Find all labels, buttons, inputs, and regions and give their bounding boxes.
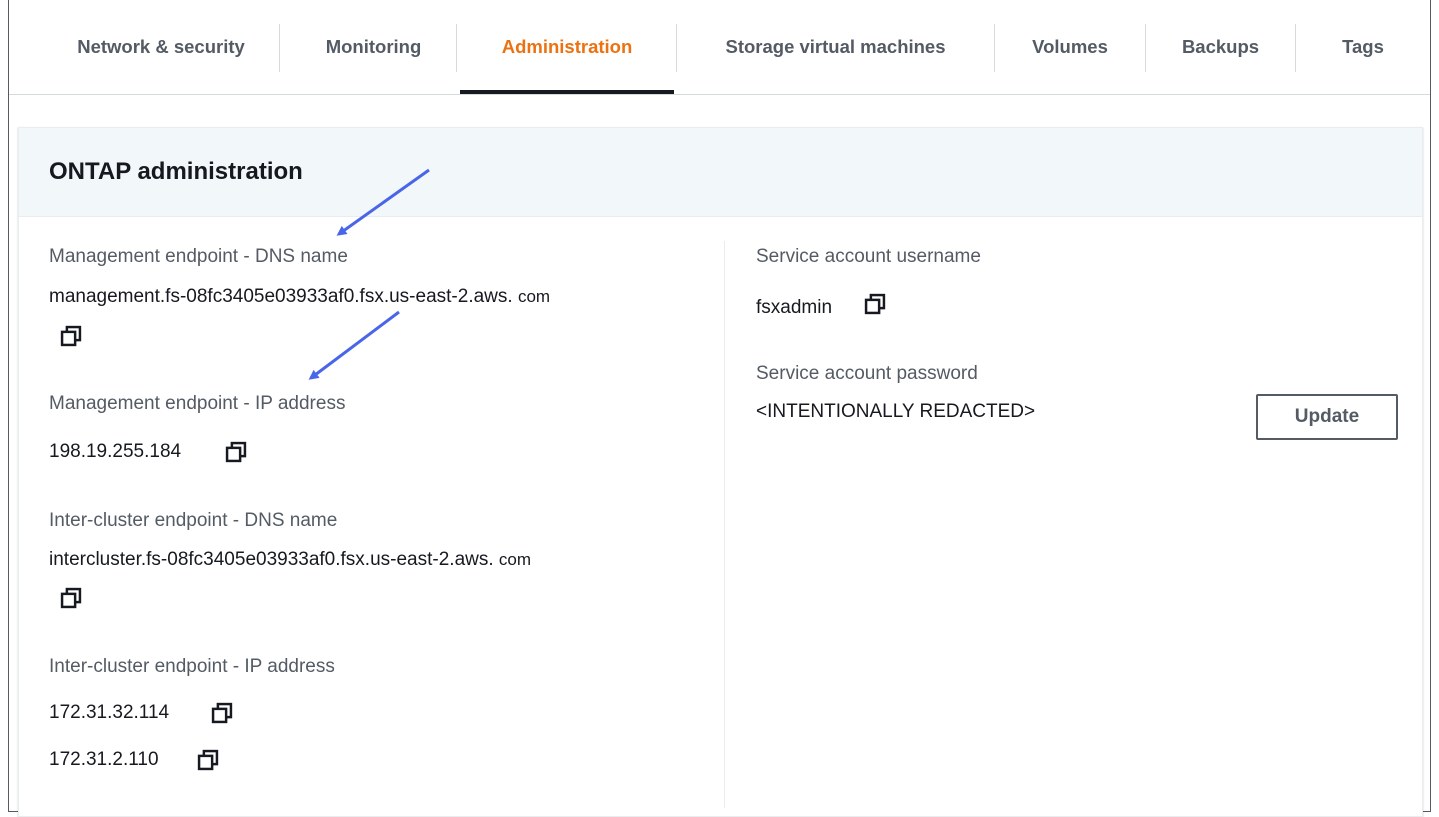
tab-tags[interactable]: Tags: [1296, 0, 1430, 94]
tab-backups[interactable]: Backups: [1146, 0, 1295, 94]
tab-administration[interactable]: Administration: [460, 0, 674, 94]
tab-bar: Network & security Monitoring Administra…: [9, 0, 1430, 95]
tab-volumes[interactable]: Volumes: [995, 0, 1145, 94]
panel-header: ONTAP administration: [19, 128, 1422, 217]
ic-ip-value: 172.31.2.110: [49, 749, 159, 770]
service-username-value: fsxadmin: [756, 297, 833, 318]
tab-separator: [456, 24, 457, 72]
tab-monitoring[interactable]: Monitoring: [291, 0, 456, 94]
mgmt-dns-value: management.fs-08fc3405e03933af0.fsx.us-e…: [49, 286, 551, 307]
ic-dns-value: intercluster.fs-08fc3405e03933af0.fsx.us…: [49, 549, 532, 570]
ic-dns-label: Inter-cluster endpoint - DNS name: [49, 510, 338, 531]
copy-icon[interactable]: [225, 441, 247, 463]
panel-title: ONTAP administration: [49, 158, 303, 185]
update-button[interactable]: Update: [1256, 394, 1398, 440]
service-password-label: Service account password: [756, 363, 978, 384]
copy-icon[interactable]: [864, 293, 886, 315]
page-frame: Network & security Monitoring Administra…: [8, 0, 1431, 817]
column-divider: [724, 241, 725, 808]
mgmt-ip-label: Management endpoint - IP address: [49, 393, 346, 414]
mgmt-dns-label: Management endpoint - DNS name: [49, 246, 348, 267]
ic-ip-value: 172.31.32.114: [49, 702, 170, 723]
copy-icon[interactable]: [211, 702, 233, 724]
copy-icon[interactable]: [60, 325, 82, 347]
tab-separator: [279, 24, 280, 72]
copy-icon[interactable]: [197, 749, 219, 771]
ic-ip-label: Inter-cluster endpoint - IP address: [49, 656, 335, 677]
service-password-value: <INTENTIONALLY REDACTED>: [756, 401, 1036, 422]
service-username-label: Service account username: [756, 246, 981, 267]
copy-icon[interactable]: [60, 587, 82, 609]
tab-network-security[interactable]: Network & security: [31, 0, 291, 94]
ontap-administration-panel: ONTAP administration Management endpoint…: [18, 127, 1423, 817]
mgmt-ip-value: 198.19.255.184: [49, 441, 182, 462]
tab-storage-virtual-machines[interactable]: Storage virtual machines: [677, 0, 994, 94]
